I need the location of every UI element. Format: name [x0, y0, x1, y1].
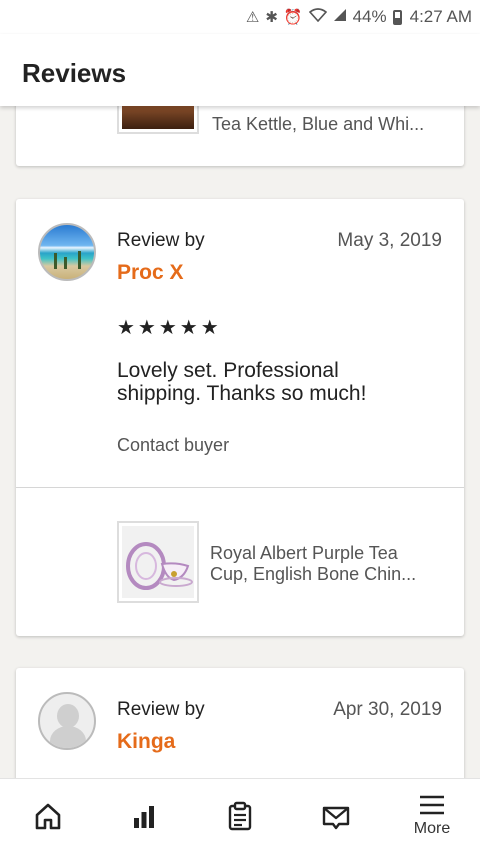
status-time: 4:27 AM: [409, 7, 472, 26]
product-thumbnail[interactable]: [117, 521, 199, 603]
battery-percent: 44%: [352, 7, 387, 26]
signal-icon: [333, 8, 347, 26]
bottom-nav: More: [0, 778, 480, 853]
review-card-previous: Tea Kettle, Blue and Whi...: [16, 106, 464, 166]
bar-chart-icon: [134, 806, 154, 828]
menu-icon: [420, 795, 444, 815]
review-date: Apr 30, 2019: [333, 699, 442, 720]
bluetooth-icon: ✱: [265, 9, 278, 26]
palm-tree: [64, 257, 67, 269]
nav-home[interactable]: [0, 779, 96, 853]
product-title-line1: Royal Albert Purple Tea: [210, 543, 398, 563]
review-by-label: Review by: [117, 699, 205, 720]
page-title: Reviews: [22, 58, 127, 88]
warning-icon: ⚠: [245, 9, 260, 26]
home-icon: [35, 803, 61, 830]
alarm-icon: ⏰: [283, 9, 303, 26]
tea-cup-icon: [126, 542, 193, 590]
nav-more[interactable]: More: [384, 779, 480, 853]
product-image: [122, 106, 194, 129]
reviews-list[interactable]: Tea Kettle, Blue and Whi... Review by Pr…: [0, 106, 480, 778]
reviewer-avatar[interactable]: [38, 223, 96, 281]
review-card: Review by Proc X May 3, 2019 ★★★★★ Lovel…: [16, 199, 464, 636]
nav-more-label: More: [413, 820, 451, 837]
reviewer-name[interactable]: Proc X: [117, 261, 184, 285]
product-thumbnail[interactable]: [117, 106, 199, 134]
review-card-next: Review by Kinga Apr 30, 2019: [16, 668, 464, 778]
wifi-icon: [308, 8, 327, 26]
contact-buyer-link[interactable]: Contact buyer: [117, 435, 229, 456]
nav-messages[interactable]: [288, 779, 384, 853]
review-by-label: Review by: [117, 230, 205, 251]
battery-icon: [392, 9, 402, 25]
product-title-line2: Cup, English Bone Chin...: [210, 564, 417, 584]
product-title[interactable]: Tea Kettle, Blue and Whi...: [212, 114, 452, 135]
nav-orders[interactable]: [192, 779, 288, 853]
clipboard-icon: [228, 801, 252, 831]
default-avatar-head: [57, 704, 79, 728]
nav-stats[interactable]: [96, 779, 192, 853]
palm-tree: [54, 253, 57, 269]
envelope-icon: [322, 806, 350, 830]
review-text: Lovely set. Professional shipping. Thank…: [117, 359, 367, 405]
status-bar: ⚠ ✱ ⏰ 44% 4:27 AM: [0, 0, 480, 34]
reviewer-avatar[interactable]: [38, 692, 96, 750]
default-avatar-body: [50, 726, 86, 748]
reviewer-name[interactable]: Kinga: [117, 730, 175, 754]
divider: [16, 487, 464, 488]
star-rating: ★★★★★: [117, 317, 222, 339]
review-date: May 3, 2019: [337, 230, 442, 251]
palm-tree: [78, 251, 81, 269]
product-image: [122, 526, 194, 598]
app-header: Reviews: [0, 34, 480, 106]
product-title[interactable]: Royal Albert Purple Tea Cup, English Bon…: [210, 543, 450, 585]
